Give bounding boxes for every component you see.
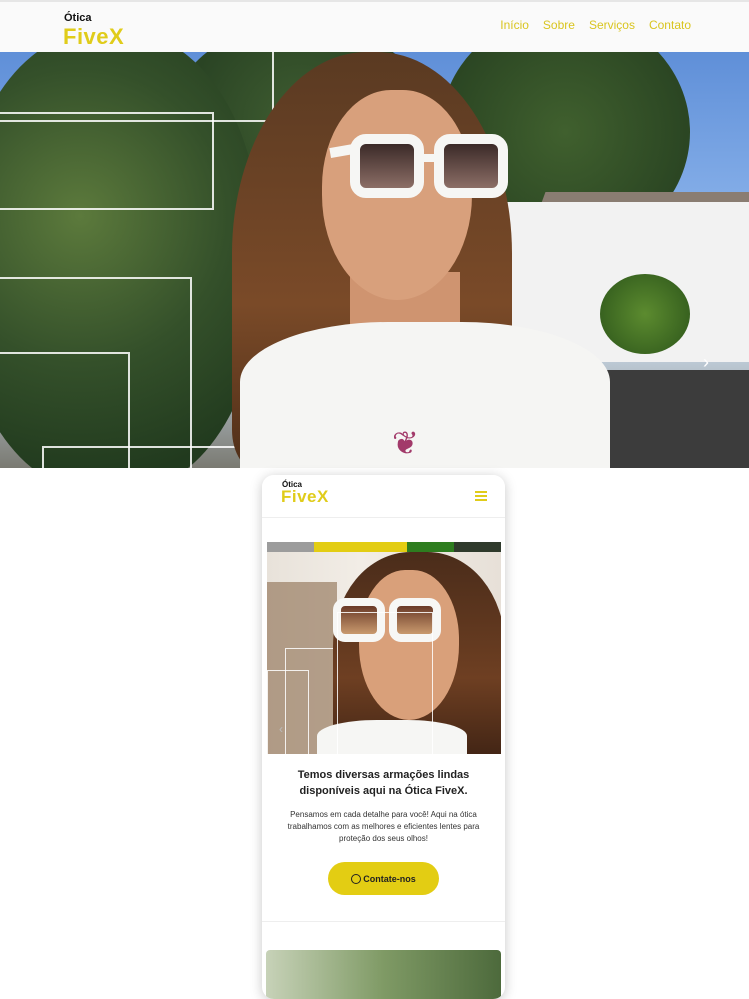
desktop-preview: Ótica FiveX Início Sobre Serviços Contat… bbox=[0, 0, 749, 468]
hero-carousel-image: ❦ › bbox=[0, 52, 749, 468]
nav-link-servicos[interactable]: Serviços bbox=[589, 18, 635, 32]
carousel-next-icon[interactable]: › bbox=[703, 352, 709, 373]
stripe-yellow bbox=[313, 542, 361, 552]
color-stripe-bar bbox=[267, 542, 501, 552]
butterfly-icon: ❦ bbox=[392, 425, 419, 461]
background-bush bbox=[600, 274, 690, 354]
logo-brand[interactable]: FiveX bbox=[63, 24, 124, 50]
section-headline: Temos diversas armações lindas disponíve… bbox=[297, 769, 470, 797]
model-shirt bbox=[240, 322, 610, 468]
logo-brand[interactable]: FiveX bbox=[281, 487, 329, 507]
whatsapp-icon bbox=[351, 873, 362, 884]
section-body-text: Pensamos em cada detalhe para você! Aqui… bbox=[287, 810, 480, 843]
decorative-frame bbox=[0, 112, 214, 210]
contact-us-button[interactable]: Contate-nos bbox=[328, 862, 439, 895]
mobile-header: Ótica FiveX bbox=[262, 475, 505, 518]
decorative-frame bbox=[337, 612, 433, 754]
nav-link-sobre[interactable]: Sobre bbox=[543, 18, 575, 32]
divider bbox=[262, 921, 505, 922]
main-nav: Início Sobre Serviços Contato bbox=[500, 18, 691, 32]
logo-prefix: Ótica bbox=[64, 12, 92, 24]
stripe-dark bbox=[454, 542, 501, 552]
stripe-yellow bbox=[360, 542, 408, 552]
hamburger-icon[interactable] bbox=[475, 491, 487, 503]
decorative-frame bbox=[267, 670, 309, 754]
sunglasses-icon bbox=[329, 132, 510, 204]
desktop-header: Ótica FiveX Início Sobre Serviços Contat… bbox=[0, 0, 749, 52]
mobile-preview: Ótica FiveX ‹ Temos diversas armações li… bbox=[262, 475, 505, 999]
contact-us-label: Contate-nos bbox=[363, 873, 416, 884]
nav-link-contato[interactable]: Contato bbox=[649, 18, 691, 32]
stripe-green bbox=[407, 542, 455, 552]
mobile-carousel-image: ‹ bbox=[267, 552, 501, 754]
next-section-image bbox=[266, 950, 501, 999]
carousel-prev-icon[interactable]: ‹ bbox=[279, 722, 283, 736]
nav-link-inicio[interactable]: Início bbox=[500, 18, 529, 32]
stripe-gray bbox=[267, 542, 314, 552]
